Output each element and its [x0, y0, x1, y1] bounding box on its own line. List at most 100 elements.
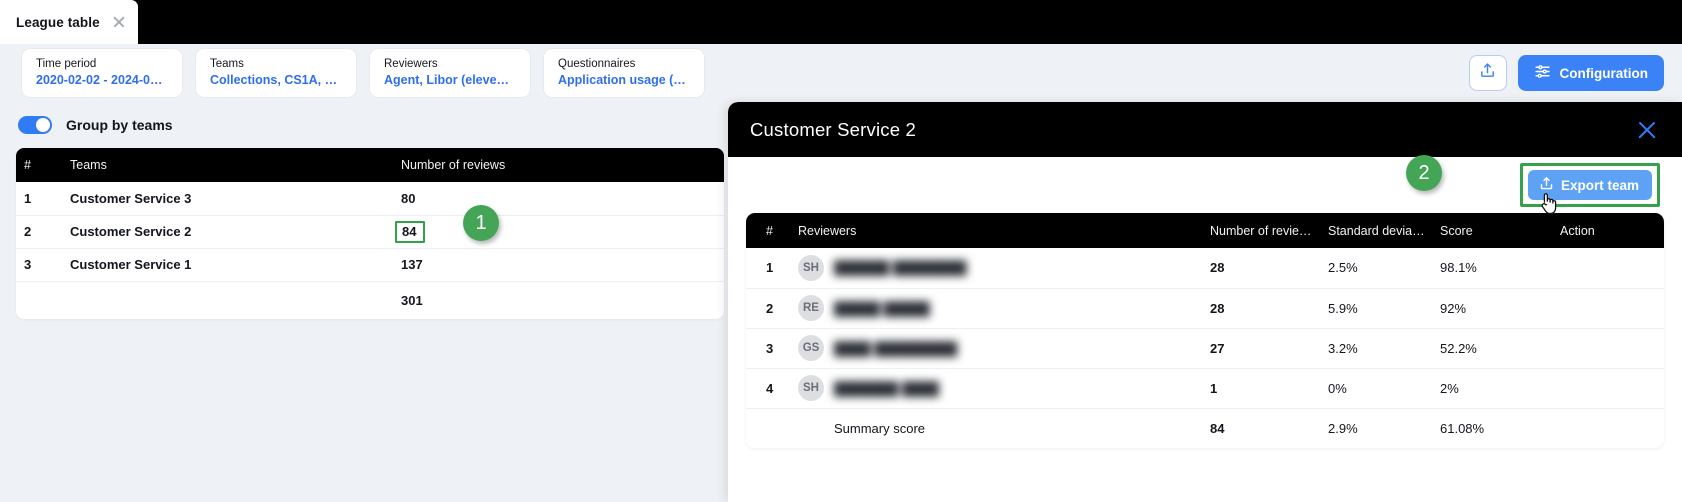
table-row[interactable]: 3 Customer Service 1 137	[16, 248, 724, 281]
team-detail-panel: Customer Service 2 Export team	[728, 102, 1682, 502]
sliders-icon	[1534, 63, 1551, 83]
filter-chip-value: Agent, Libor (eleveoagent), …	[384, 72, 516, 88]
cell-rank: 1	[746, 248, 792, 288]
cell-score: 2%	[1434, 368, 1554, 408]
league-table-head: # Teams Number of reviews	[16, 148, 724, 182]
cell-action[interactable]	[1554, 288, 1664, 328]
toolbar-actions: Configuration	[1469, 55, 1664, 91]
panel-actions: Export team	[728, 157, 1682, 213]
table-row[interactable]: 4 SH ███████ ████ 1 0% 2%	[746, 368, 1664, 408]
cell-reviewer: GS ████ █████████	[792, 328, 1204, 368]
cell-stdev: 2.5%	[1322, 248, 1434, 288]
filter-bar: Time period 2020-02-02 - 2024-02-02 Team…	[0, 44, 1682, 102]
panel-body: # Reviewers Number of revie… Standard de…	[728, 213, 1682, 448]
avatar: GS	[798, 335, 824, 361]
cell-rank: 1	[16, 182, 62, 215]
table-totals-row: 301	[16, 281, 724, 319]
avatar: SH	[798, 375, 824, 401]
summary-score-label: Summary score	[798, 421, 925, 436]
group-by-teams-label: Group by teams	[66, 117, 173, 133]
reviewer-name: █████ █████	[834, 301, 930, 316]
cell-totals-team	[62, 281, 393, 319]
table-row[interactable]: 2 RE █████ █████ 28 5.9% 92%	[746, 288, 1664, 328]
cell-summary-stdev: 2.9%	[1322, 408, 1434, 448]
filter-chip-label: Reviewers	[384, 57, 516, 71]
table-row[interactable]: 1 SH ██████ ████████ 28 2.5% 98.1%	[746, 248, 1664, 288]
highlight-box: 84	[395, 221, 425, 243]
cell-reviewer: SH ███████ ████	[792, 368, 1204, 408]
column-header-reviews[interactable]: Number of reviews	[393, 148, 724, 182]
filter-chip-label: Time period	[36, 57, 168, 71]
group-by-teams-row: Group by teams	[16, 102, 724, 148]
filter-chip-time-period[interactable]: Time period 2020-02-02 - 2024-02-02	[22, 49, 182, 97]
cell-rank: 3	[746, 328, 792, 368]
filter-chip-teams[interactable]: Teams Collections, CS1A, Custom…	[196, 49, 356, 97]
close-icon[interactable]	[112, 15, 126, 29]
column-header-reviews[interactable]: Number of revie…	[1204, 213, 1322, 248]
cell-action[interactable]	[1554, 368, 1664, 408]
cell-rank: 2	[16, 215, 62, 248]
cell-action[interactable]	[1554, 248, 1664, 288]
column-header-action[interactable]: Action	[1554, 213, 1664, 248]
export-team-button[interactable]: Export team	[1528, 170, 1652, 200]
export-team-button-label: Export team	[1561, 178, 1639, 193]
filter-chip-label: Teams	[210, 57, 342, 71]
app-root: League table Time period 2020-02-02 - 20…	[0, 0, 1682, 502]
tab-bar: League table	[0, 0, 1682, 44]
cell-team: Customer Service 1	[62, 248, 393, 281]
filter-chip-questionnaires[interactable]: Questionnaires Application usage (1.0), …	[544, 49, 704, 97]
cell-rank: 3	[16, 248, 62, 281]
group-by-teams-toggle[interactable]	[18, 116, 52, 134]
reviewers-table-header-row: # Reviewers Number of revie… Standard de…	[746, 213, 1664, 248]
tab-league-table[interactable]: League table	[0, 0, 138, 44]
filter-chip-value: Collections, CS1A, Custom…	[210, 72, 342, 88]
export-button[interactable]	[1469, 55, 1507, 91]
cell-totals-rank	[16, 281, 62, 319]
cell-summary-reviews: 84	[1204, 408, 1322, 448]
filter-chip-value: Application usage (1.0), Cal…	[558, 72, 690, 88]
column-header-reviewers[interactable]: Reviewers	[792, 213, 1204, 248]
cell-totals-reviews: 301	[393, 281, 724, 319]
annotation-badge-2: 2	[1406, 155, 1442, 191]
cell-reviews-highlighted[interactable]: 84	[393, 215, 724, 248]
cell-summary-rank	[746, 408, 792, 448]
cell-reviews: 80	[393, 182, 724, 215]
reviewers-table-head: # Reviewers Number of revie… Standard de…	[746, 213, 1664, 248]
filter-chip-reviewers[interactable]: Reviewers Agent, Libor (eleveoagent), …	[370, 49, 530, 97]
column-header-rank[interactable]: #	[16, 148, 62, 182]
table-row[interactable]: 3 GS ████ █████████ 27 3.2% 52.2%	[746, 328, 1664, 368]
upload-icon	[1479, 62, 1496, 84]
column-header-score[interactable]: Score	[1434, 213, 1554, 248]
table-row[interactable]: 2 Customer Service 2 84	[16, 215, 724, 248]
panel-header: Customer Service 2	[728, 102, 1682, 157]
annotation-badge-1: 1	[463, 205, 499, 241]
cell-summary-action	[1554, 408, 1664, 448]
reviewer-name: ███████ ████	[834, 381, 939, 396]
cell-reviews: 27	[1204, 328, 1322, 368]
panel-title: Customer Service 2	[750, 119, 916, 141]
cell-summary-score: 61.08%	[1434, 408, 1554, 448]
cell-action[interactable]	[1554, 328, 1664, 368]
cell-reviewer: RE █████ █████	[792, 288, 1204, 328]
cell-rank: 2	[746, 288, 792, 328]
cell-stdev: 5.9%	[1322, 288, 1434, 328]
cell-stdev: 0%	[1322, 368, 1434, 408]
league-table-card: # Teams Number of reviews 1 Customer Ser…	[16, 148, 724, 319]
column-header-teams[interactable]: Teams	[62, 148, 393, 182]
cell-reviewer: SH ██████ ████████	[792, 248, 1204, 288]
configuration-button[interactable]: Configuration	[1518, 55, 1664, 91]
column-header-rank[interactable]: #	[746, 213, 792, 248]
league-table-pane: Group by teams # Teams Number of reviews…	[0, 102, 740, 502]
table-row[interactable]: 1 Customer Service 3 80	[16, 182, 724, 215]
reviewers-table-body: 1 SH ██████ ████████ 28 2.5% 98.1%	[746, 248, 1664, 448]
summary-row: Summary score 84 2.9% 61.08%	[746, 408, 1664, 448]
close-icon[interactable]	[1636, 119, 1658, 141]
reviewers-table-card: # Reviewers Number of revie… Standard de…	[746, 213, 1664, 448]
highlight-box-export: Export team	[1520, 163, 1660, 207]
filter-chips: Time period 2020-02-02 - 2024-02-02 Team…	[22, 49, 704, 97]
avatar: RE	[798, 295, 824, 321]
cell-score: 98.1%	[1434, 248, 1554, 288]
cell-reviews: 28	[1204, 248, 1322, 288]
cell-reviews: 1	[1204, 368, 1322, 408]
column-header-stdev[interactable]: Standard deviati…	[1322, 213, 1434, 248]
